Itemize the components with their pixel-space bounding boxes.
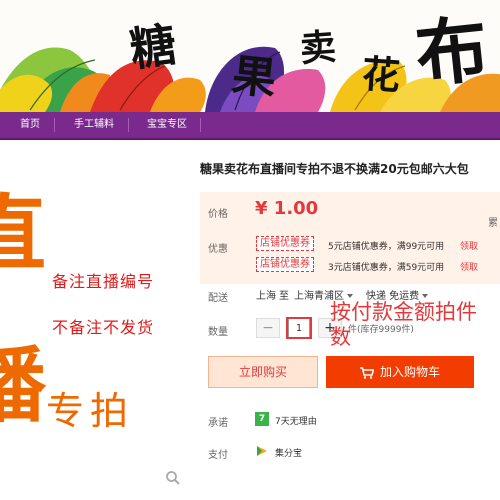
promo-zhuanpai: 专拍 — [46, 389, 135, 433]
add-to-cart-button[interactable]: 加入购物车 — [326, 356, 474, 388]
nav-divider — [128, 118, 129, 132]
banner-char-4: 花 — [360, 50, 402, 99]
promo-note-line-1: 备注直播编号 — [52, 272, 155, 291]
buy-now-button[interactable]: 立即购买 — [208, 356, 318, 388]
banner-char-1: 糖 — [126, 17, 180, 77]
coupon-tag: 店铺优惠券 — [256, 236, 314, 251]
product-main-image[interactable]: 直 播 备注直播编号 不备注不发货 专拍 — [0, 140, 195, 500]
quantity-label: 数量 — [208, 327, 228, 338]
chevron-down-icon — [347, 294, 353, 298]
coupon-get-link[interactable]: 领取 — [460, 239, 478, 252]
ship-from: 上海 — [256, 291, 276, 302]
shop-banner[interactable]: 糖 果 卖 花 布 — [0, 0, 500, 112]
banner-char-2: 果 — [229, 49, 279, 106]
product-title: 糖果卖花布直播间专拍不退不换满20元包邮六大包 — [200, 162, 469, 176]
nav-divider — [200, 118, 201, 132]
product-page: 糖 果 卖 花 布 首页 手工辅料 宝宝专区 直 播 备注直播编号 不备注不发货… — [0, 0, 500, 500]
payment-text: 集分宝 — [275, 449, 303, 459]
quantity-annotation: 按付款金额拍件数 — [330, 300, 477, 349]
chevron-down-icon — [422, 294, 429, 298]
nav-divider — [54, 118, 55, 132]
coupon-get-link[interactable]: 领取 — [460, 260, 478, 273]
zoom-icon[interactable] — [165, 470, 181, 486]
product-price: ¥ 1.00 — [255, 198, 319, 219]
coupon-label: 优惠 — [208, 244, 228, 255]
quantity-highlight-box — [286, 317, 312, 339]
coupon-tag: 店铺优惠券 — [256, 257, 314, 272]
coupon-text: 5元店铺优惠券，满99元可用 — [328, 242, 445, 252]
shipping-label: 配送 — [208, 293, 228, 304]
banner-char-3: 卖 — [298, 25, 338, 71]
promo-big-char-2: 播 — [0, 339, 47, 434]
seven-day-return-icon: 7 — [255, 412, 269, 426]
promo-note-line-2: 不备注不发货 — [52, 318, 155, 337]
ship-to-word: 至 — [279, 291, 289, 302]
payment-label: 支付 — [208, 450, 228, 461]
nav-item-handcraft[interactable]: 手工辅料 — [68, 112, 120, 138]
nav-item-home[interactable]: 首页 — [14, 112, 46, 138]
promise-text: 7天无理由 — [275, 417, 317, 427]
price-label: 价格 — [208, 209, 228, 220]
cart-icon — [359, 366, 374, 379]
add-to-cart-label: 加入购物车 — [379, 365, 440, 379]
quantity-decrease-button[interactable]: − — [256, 318, 280, 338]
nav-item-baby[interactable]: 宝宝专区 — [141, 112, 193, 138]
sales-count-label: 累 — [488, 218, 498, 229]
promo-big-char-1: 直 — [0, 187, 47, 282]
jifenbao-icon — [255, 444, 269, 458]
shop-nav-bar: 首页 手工辅料 宝宝专区 — [0, 112, 500, 140]
coupon-text: 3元店铺优惠券，满59元可用 — [328, 263, 445, 273]
banner-char-5: 布 — [411, 5, 493, 98]
promise-label: 承诺 — [208, 418, 228, 429]
